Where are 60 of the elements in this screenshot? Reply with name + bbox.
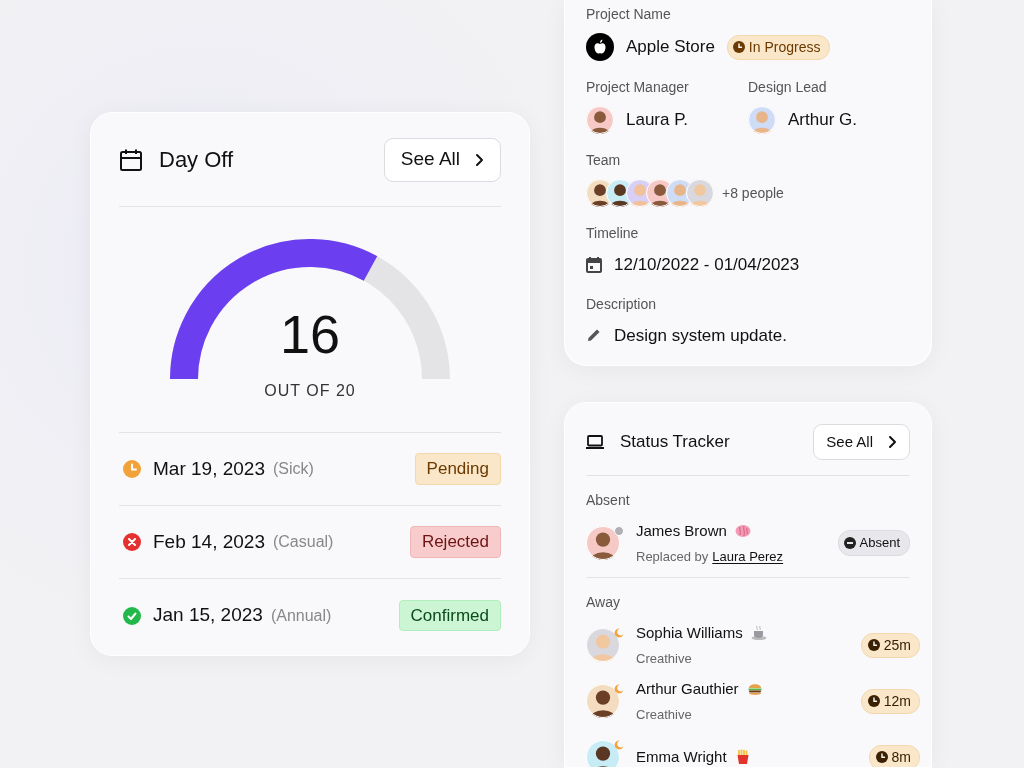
request-date: Feb 14, 2023 xyxy=(153,529,265,554)
laptop-icon xyxy=(586,435,604,449)
chevron-icon xyxy=(887,435,897,449)
gauge-value: 16 xyxy=(279,307,341,361)
team-count: +8 people xyxy=(722,183,784,203)
see-all-button[interactable]: See All xyxy=(813,424,910,460)
replacement-note: Replaced by Laura Perez xyxy=(636,547,784,566)
pencil-icon xyxy=(586,327,602,344)
clock-icon xyxy=(867,639,880,651)
request-date: Mar 19, 2023 xyxy=(153,456,265,481)
avatar xyxy=(586,684,620,718)
field-label: Design Lead xyxy=(748,78,828,97)
avatar xyxy=(748,106,776,134)
clock-icon xyxy=(732,41,745,53)
apple-icon xyxy=(586,33,614,61)
gauge-caption: OUT OF 20 xyxy=(264,381,356,401)
request-type: (Casual) xyxy=(273,532,334,552)
status-badge: Absent xyxy=(837,530,910,556)
card-title: Day Off xyxy=(159,146,234,174)
person-name: James Brown xyxy=(636,521,727,541)
request-date: Jan 15, 2023 xyxy=(153,603,263,628)
chevron-icon xyxy=(474,152,484,167)
see-all-button[interactable]: See All xyxy=(383,137,501,182)
avatar xyxy=(586,628,620,662)
status-badge: Pending xyxy=(414,453,501,485)
request-type: (Annual) xyxy=(270,605,332,626)
avatar xyxy=(586,526,620,560)
person-name: Arthur Gauthier xyxy=(636,679,739,699)
description-text: Design system update. xyxy=(614,324,787,347)
time-badge: 25m xyxy=(860,632,920,658)
status-badge: In Progress xyxy=(726,34,831,60)
group-label: Away xyxy=(586,593,621,612)
field-label: Team xyxy=(586,151,622,170)
group-label: Absent xyxy=(586,491,631,510)
field-label: Project Manager xyxy=(586,78,690,97)
person-name: Laura P. xyxy=(626,109,689,132)
field-label: Description xyxy=(586,294,658,314)
card-title: Status Tracker xyxy=(620,431,730,454)
calendar-icon xyxy=(119,147,143,172)
project-name: Apple Store xyxy=(626,36,715,59)
person-detail: Creathive xyxy=(636,705,693,724)
clock-icon xyxy=(875,751,888,763)
request-type: (Sick) xyxy=(272,459,314,479)
calendar-icon xyxy=(586,256,602,273)
timeline-dates: 12/10/2022 - 01/04/2023 xyxy=(614,254,800,276)
clock-icon xyxy=(867,695,880,707)
time-badge: 8m xyxy=(868,744,920,767)
person-name: Sophia Williams xyxy=(636,623,743,643)
minus-icon xyxy=(843,537,856,549)
avatar xyxy=(586,106,614,134)
status-badge: Rejected xyxy=(409,526,501,558)
avatar xyxy=(686,179,714,207)
field-label: Timeline xyxy=(586,224,640,243)
status-badge: Confirmed xyxy=(398,599,501,632)
person-link[interactable]: Laura Perez xyxy=(712,548,784,564)
person-name: Emma Wright xyxy=(636,746,727,767)
person-detail: Creathive xyxy=(636,649,693,668)
field-label: Project Name xyxy=(586,5,672,24)
person-name: Arthur G. xyxy=(788,109,857,132)
time-badge: 12m xyxy=(860,688,920,714)
